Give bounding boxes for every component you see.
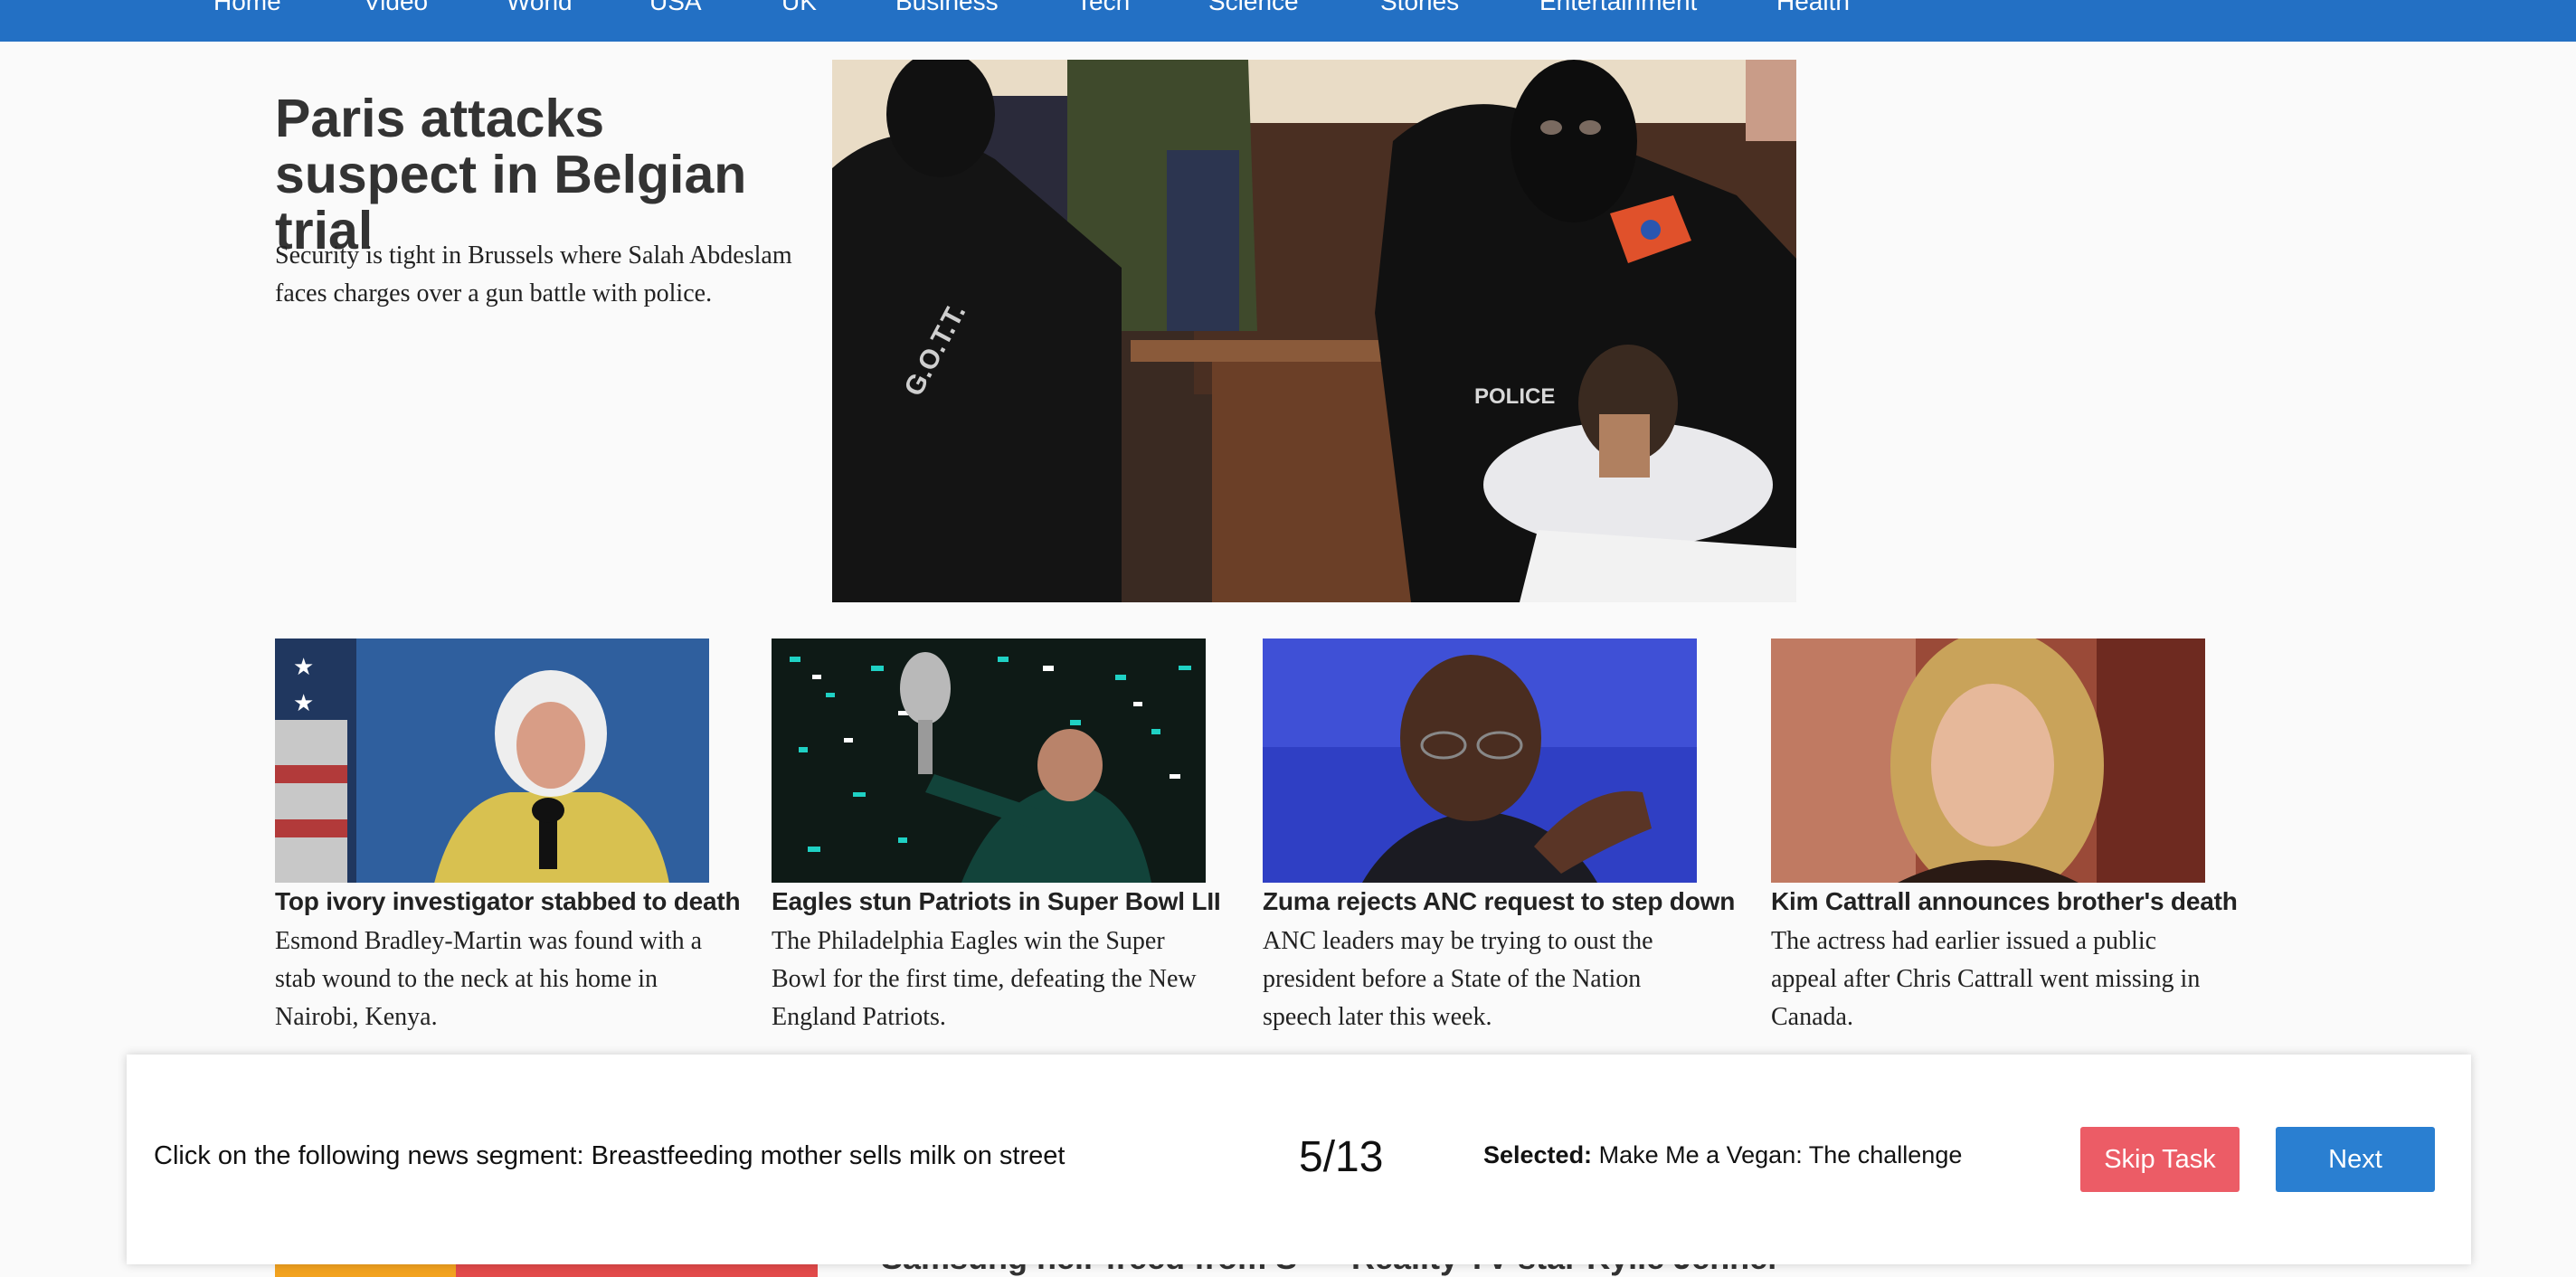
story-thumbnail[interactable] — [1263, 638, 1697, 883]
story-thumbnail[interactable]: ★ ★ — [275, 638, 709, 883]
nav-item-uk[interactable]: UK — [781, 0, 817, 16]
nav-item-business[interactable]: Business — [895, 0, 999, 16]
story-title[interactable]: Kim Cattrall announces brother's death — [1771, 886, 2241, 917]
story-title[interactable]: Zuma rejects ANC request to step down — [1263, 886, 1735, 917]
story-card[interactable]: Eagles stun Patriots in Super Bowl LII T… — [772, 638, 1242, 1036]
kim-cattrall-photo — [1771, 638, 2205, 883]
hero-headline[interactable]: Paris attacks suspect in Belgian trial — [275, 90, 800, 259]
story-description: The actress had earlier issued a public … — [1771, 927, 2201, 1031]
nav-item-usa[interactable]: USA — [649, 0, 702, 16]
skip-task-button[interactable]: Skip Task — [2080, 1127, 2240, 1192]
story-title[interactable]: Eagles stun Patriots in Super Bowl LII — [772, 886, 1242, 917]
story-card[interactable]: ★ ★ Top ivory investigator stabbed to de… — [275, 638, 745, 1036]
courtroom-photo: G.O.T.T. POLICE — [832, 60, 1796, 602]
super-bowl-photo — [772, 638, 1206, 883]
next-button[interactable]: Next — [2276, 1127, 2435, 1192]
nav-item-science[interactable]: Science — [1208, 0, 1299, 16]
selected-label: Selected: — [1483, 1141, 1593, 1168]
story-description: ANC leaders may be trying to oust the pr… — [1263, 927, 1653, 1031]
nav-item-tech[interactable]: Tech — [1076, 0, 1130, 16]
story-description: The Philadelphia Eagles win the Super Bo… — [772, 927, 1197, 1031]
selected-item: Selected: Make Me a Vegan: The challenge — [1483, 1141, 1962, 1169]
task-bar: Click on the following news segment: Bre… — [127, 1055, 2471, 1264]
story-title[interactable]: Top ivory investigator stabbed to death — [275, 886, 745, 917]
hero-image[interactable]: G.O.T.T. POLICE — [832, 60, 1796, 602]
nav-item-world[interactable]: World — [507, 0, 573, 16]
selected-value: Make Me a Vegan: The challenge — [1598, 1141, 1963, 1168]
hero-summary: Security is tight in Brussels where Sala… — [275, 241, 792, 307]
story-card[interactable]: Kim Cattrall announces brother's death T… — [1771, 638, 2241, 1036]
svg-text:★: ★ — [293, 653, 314, 680]
svg-text:★: ★ — [293, 689, 314, 716]
story-card[interactable]: Zuma rejects ANC request to step down AN… — [1263, 638, 1735, 1036]
nav-item-entertainment[interactable]: Entertainment — [1539, 0, 1697, 16]
nav-item-stories[interactable]: Stories — [1380, 0, 1459, 16]
nav-item-health[interactable]: Health — [1776, 0, 1850, 16]
vest-text: POLICE — [1474, 384, 1555, 409]
story-thumbnail[interactable] — [772, 638, 1206, 883]
story-thumbnail[interactable] — [1771, 638, 2205, 883]
task-instruction: Click on the following news segment: Bre… — [154, 1141, 1065, 1170]
task-progress: 5/13 — [1299, 1133, 1384, 1181]
ivory-investigator-photo: ★ ★ — [275, 638, 709, 883]
top-nav: Home Video World USA UK Business Tech Sc… — [0, 0, 2576, 42]
nav-item-home[interactable]: Home — [213, 0, 281, 16]
nav-item-video[interactable]: Video — [364, 0, 428, 16]
zuma-photo — [1263, 638, 1697, 883]
story-description: Esmond Bradley-Martin was found with a s… — [275, 927, 703, 1031]
